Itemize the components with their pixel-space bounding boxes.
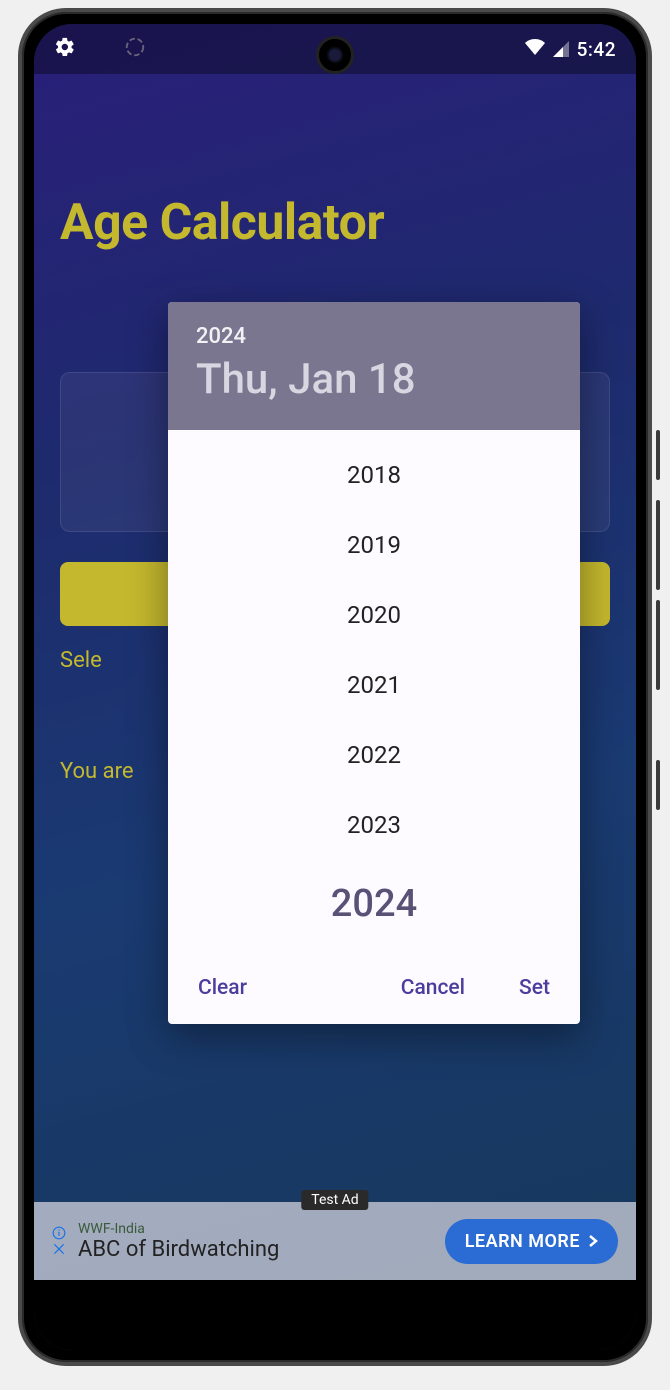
year-option[interactable]: 2023 bbox=[347, 790, 401, 860]
ad-cta-button[interactable]: LEARN MORE bbox=[445, 1219, 618, 1264]
ad-badge: Test Ad bbox=[301, 1190, 368, 1210]
loading-icon bbox=[124, 36, 146, 63]
wifi-icon bbox=[525, 39, 545, 60]
camera-notch bbox=[316, 36, 354, 74]
cellular-icon bbox=[553, 41, 569, 57]
year-option[interactable]: 2021 bbox=[347, 650, 401, 720]
year-option[interactable]: 2020 bbox=[347, 580, 401, 650]
dialog-actions: Clear Cancel Set bbox=[168, 962, 580, 1024]
year-option[interactable]: 2019 bbox=[347, 510, 401, 580]
year-option[interactable]: 2022 bbox=[347, 720, 401, 790]
year-option-selected[interactable]: 2024 bbox=[331, 860, 417, 938]
dialog-header: 2024 Thu, Jan 18 bbox=[168, 302, 580, 430]
year-option[interactable]: 2018 bbox=[347, 440, 401, 510]
year-picker-dialog: 2024 Thu, Jan 18 2018 2019 2020 2021 202… bbox=[168, 302, 580, 1024]
navigation-bar bbox=[34, 1280, 636, 1350]
clear-button[interactable]: Clear bbox=[198, 976, 247, 1000]
app-title: Age Calculator bbox=[60, 194, 610, 252]
settings-icon bbox=[54, 36, 76, 63]
dialog-header-date[interactable]: Thu, Jan 18 bbox=[196, 355, 552, 404]
dialog-header-year[interactable]: 2024 bbox=[196, 324, 552, 349]
set-button[interactable]: Set bbox=[519, 976, 550, 1000]
year-list[interactable]: 2018 2019 2020 2021 2022 2023 2024 bbox=[168, 430, 580, 962]
ad-banner[interactable]: Test Ad WWF-India ABC of Birdwatching LE… bbox=[34, 1202, 636, 1280]
ad-info-icons bbox=[52, 1226, 66, 1256]
device-frame: 5:42 Age Calculator Sele You are Test Ad… bbox=[18, 8, 652, 1366]
screen: 5:42 Age Calculator Sele You are Test Ad… bbox=[34, 24, 636, 1350]
cancel-button[interactable]: Cancel bbox=[401, 976, 465, 1000]
ad-advertiser: WWF-India bbox=[78, 1221, 433, 1237]
status-time: 5:42 bbox=[577, 38, 616, 61]
ad-headline: ABC of Birdwatching bbox=[78, 1237, 433, 1262]
ad-cta-label: LEARN MORE bbox=[465, 1231, 580, 1252]
